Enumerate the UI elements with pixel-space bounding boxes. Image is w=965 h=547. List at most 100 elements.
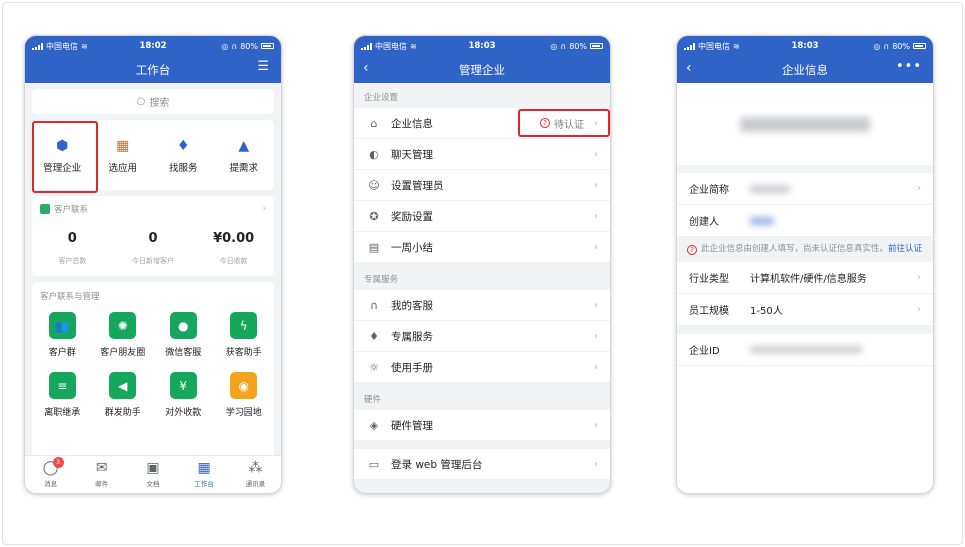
yen-icon: ¥	[169, 372, 197, 399]
row-employee-size[interactable]: 员工规模 1-50人 ›	[677, 294, 933, 326]
megaphone-icon: ◀	[109, 372, 137, 399]
row-label: 奖励设置	[391, 210, 433, 223]
grid-item-broadcast[interactable]: ◀ 群发助手	[93, 372, 154, 418]
grid-label: 离职继承	[44, 408, 81, 418]
document-icon: ≡	[48, 372, 76, 399]
spacer	[677, 326, 933, 334]
page-title: 工作台	[135, 62, 171, 77]
grid-label: 获客助手	[225, 348, 262, 358]
grid-item-moments[interactable]: ✺ 客户朋友圈	[93, 312, 154, 358]
grid-item-learning[interactable]: ◉ 学习园地	[214, 372, 275, 418]
app-find-service[interactable]: ♦ 找服务	[154, 128, 212, 184]
row-my-service[interactable]: ∩ 我的客服 ›	[354, 290, 610, 321]
carrier-group: 中国电信 ≋	[32, 41, 88, 52]
status-bar: 中国电信 ≋ 18:02 ◎ ∩ 80%	[25, 36, 281, 56]
row-label: 专属服务	[391, 330, 433, 343]
grid-label: 微信客服	[165, 348, 202, 358]
row-label: 登录 web 管理后台	[391, 458, 483, 471]
chat-icon: ◐	[369, 147, 379, 161]
row-key: 员工规模	[689, 306, 729, 317]
tab-mail[interactable]: ✉ 邮件	[82, 461, 122, 489]
medal-icon: ✪	[369, 209, 379, 223]
tab-workbench[interactable]: ▦ 工作台	[184, 461, 224, 489]
wechat-icon	[40, 204, 50, 214]
battery-icon	[590, 43, 603, 49]
row-user-manual[interactable]: ☼ 使用手册 ›	[354, 352, 610, 383]
chevron-right-icon: ›	[594, 148, 598, 160]
tab-contacts[interactable]: ⁂ 通讯录	[235, 461, 275, 489]
row-key: 创建人	[689, 217, 719, 228]
management-title: 客户联系与管理	[40, 292, 100, 302]
status-bar: 中国电信 ≋ 18:03 ◎ ∩ 80%	[354, 36, 610, 56]
wifi-icon: ≋	[81, 41, 88, 51]
verification-notice: ? 此企业信息由创建人填写，尚未认证信息真实性。前往认证	[677, 237, 933, 262]
grid-item-payment[interactable]: ¥ 对外收款	[153, 372, 214, 418]
app-label: 选应用	[108, 163, 137, 174]
grid-item-acquisition[interactable]: ϟ 获客助手	[214, 312, 275, 358]
chevron-right-icon: ›	[594, 458, 598, 470]
app-choose-apps[interactable]: ▦ 选应用	[94, 128, 152, 184]
row-hardware-management[interactable]: ◈ 硬件管理 ›	[354, 410, 610, 441]
lightbulb-icon: ☼	[369, 360, 379, 374]
tie-icon: ♦	[176, 138, 190, 154]
section-label: 企业设置	[364, 93, 399, 103]
row-chat-management[interactable]: ◐ 聊天管理 ›	[354, 139, 610, 170]
enterprise-name-block	[677, 83, 933, 165]
row-value: 计算机软件/硬件/信息服务	[750, 274, 867, 285]
grid-item-customer-group[interactable]: 👥 客户群	[32, 312, 93, 358]
headphone-icon: ∩	[883, 41, 890, 51]
row-short-name[interactable]: 企业简称 ›	[677, 173, 933, 205]
headset-icon: ∩	[369, 298, 379, 312]
stat-value: ¥0.00	[213, 231, 255, 246]
customer-contact-header: 客户联系 ›	[32, 196, 274, 219]
more-icon[interactable]: •••	[896, 59, 922, 74]
settings-menu-icon[interactable]: ☰	[257, 59, 270, 74]
customer-contact-card[interactable]: 客户联系 › 0 客户总数 0 今日新增客户 ¥0.00 今日收款	[32, 196, 274, 276]
status-right: ◎ ∩ 80%	[873, 42, 926, 51]
row-label: 设置管理员	[391, 179, 444, 192]
highlight-box	[32, 121, 98, 193]
tab-docs[interactable]: ▣ 文档	[133, 461, 173, 489]
shapes-plus-icon: ▲	[238, 138, 250, 154]
chevron-right-icon: ›	[594, 179, 598, 191]
row-weekly-summary[interactable]: ▤ 一周小结 ›	[354, 232, 610, 263]
battery-percent: 80%	[569, 41, 587, 51]
search-bar[interactable]: ○ 搜索	[32, 89, 274, 114]
row-set-admin[interactable]: ☺ 设置管理员 ›	[354, 170, 610, 201]
row-web-admin-login[interactable]: ▭ 登录 web 管理后台 ›	[354, 449, 610, 480]
tab-label: 工作台	[194, 480, 214, 488]
row-key: 行业类型	[689, 274, 729, 285]
headphone-icon: ∩	[560, 41, 567, 51]
back-icon[interactable]: ‹	[686, 60, 692, 76]
row-label: 我的客服	[391, 299, 433, 312]
signal-icon	[684, 42, 695, 50]
row-enterprise-info[interactable]: ⌂ 企业信息 ? 待认证 ›	[354, 108, 610, 139]
tab-label: 通讯录	[245, 480, 266, 488]
lightning-icon: ϟ	[230, 312, 258, 339]
stat-new-customers: 0 今日新增客户	[118, 231, 188, 266]
back-icon[interactable]: ‹	[363, 60, 369, 76]
location-icon: ◎	[873, 41, 881, 51]
chevron-right-icon: ›	[917, 272, 921, 283]
row-industry[interactable]: 行业类型 计算机软件/硬件/信息服务 ›	[677, 262, 933, 294]
chevron-right-icon: ›	[594, 361, 598, 373]
chevron-right-icon: ›	[917, 183, 921, 194]
app-label: 提需求	[229, 163, 258, 174]
apps-grid-icon: ▦	[116, 138, 130, 154]
grid-item-wechat-service[interactable]: ● 微信客服	[153, 312, 214, 358]
grid-item-inheritance[interactable]: ≡ 离职继承	[32, 372, 93, 418]
customer-contact-title: 客户联系	[54, 205, 89, 215]
chevron-right-icon: ›	[917, 304, 921, 315]
headphone-icon: ∩	[231, 41, 238, 51]
verify-link[interactable]: 前往认证	[888, 244, 922, 254]
tab-label: 邮件	[95, 480, 109, 488]
row-exclusive-service[interactable]: ♦ 专属服务 ›	[354, 321, 610, 352]
app-submit-request[interactable]: ▲ 提需求	[215, 128, 273, 184]
row-key: 企业ID	[689, 346, 720, 357]
stat-label: 今日收款	[219, 257, 248, 265]
stat-value: 0	[148, 231, 158, 246]
tab-messages[interactable]: ◯ 3 消息	[31, 457, 71, 488]
row-enterprise-id: 企业ID	[677, 334, 933, 366]
highlight-box	[518, 109, 610, 137]
row-reward-settings[interactable]: ✪ 奖励设置 ›	[354, 201, 610, 232]
